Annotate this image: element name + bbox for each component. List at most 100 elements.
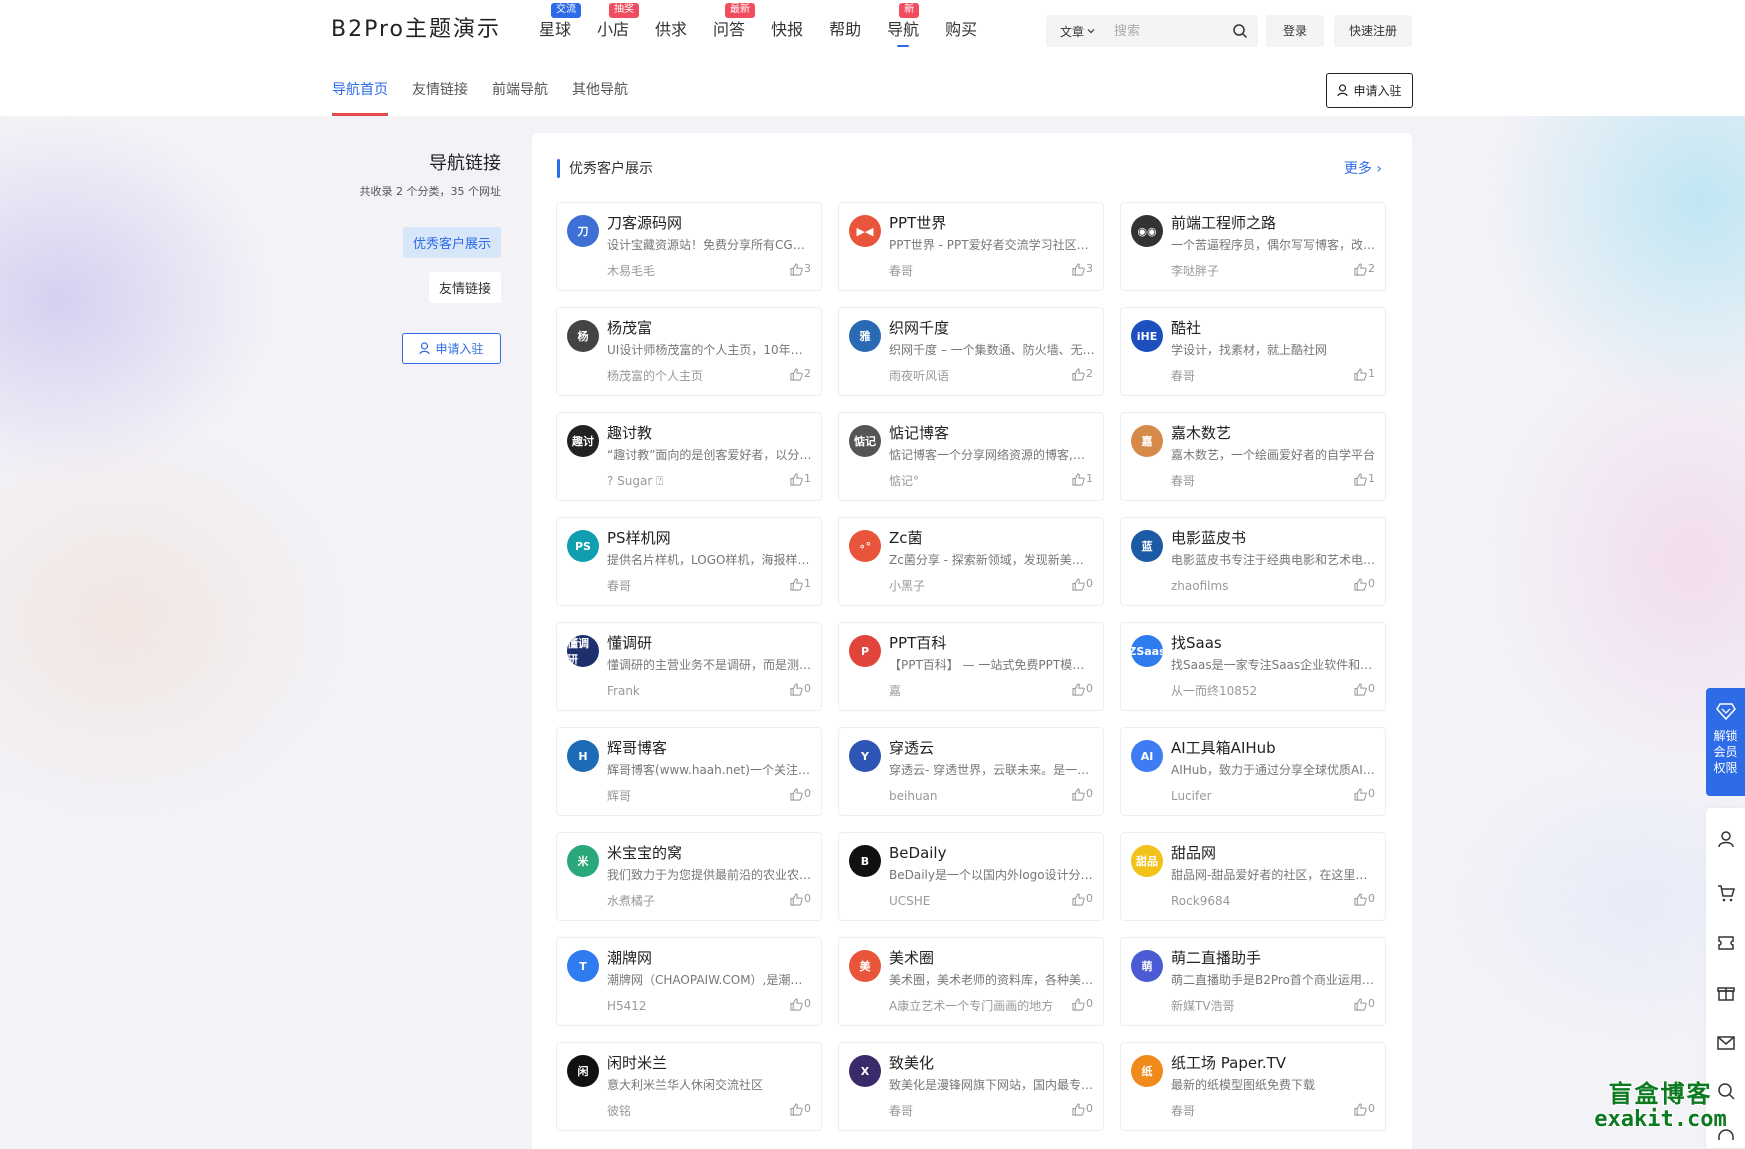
like-button[interactable]: 0 [1354,577,1375,591]
like-button[interactable]: 3 [1072,262,1093,276]
ticket-icon[interactable] [1716,933,1736,953]
site-name[interactable]: 致美化 [889,1053,934,1073]
site-name[interactable]: PPT世界 [889,213,946,233]
like-button[interactable]: 2 [1072,367,1093,381]
site-name[interactable]: 电影蓝皮书 [1171,528,1246,548]
like-button[interactable]: 2 [790,367,811,381]
like-button[interactable]: 0 [790,787,811,801]
site-card[interactable]: 杨杨茂富 UI设计师杨茂富的个人主页，10年设计经验杨茂富的个人主页 2 [556,307,822,396]
vip-unlock-button[interactable]: 解锁会员权限 [1706,688,1745,796]
subnav-tab-0[interactable]: 导航首页 [332,80,388,116]
subnav-tab-3[interactable]: 其他导航 [572,80,628,114]
site-card[interactable]: 懂调研 懂调研 懂调研的主营业务不是调研，而是测评与 Frank 0 [556,622,822,711]
site-card[interactable]: ▶◀ PPT世界 PPT世界 - PPT爱好者交流学习社区，提供海量春哥 3 [838,202,1104,291]
site-card[interactable]: 蓝电影蓝皮书 电影蓝皮书专注于经典电影和艺术电影推荐 zhaofilms 0 [1120,517,1386,606]
like-button[interactable]: 0 [1072,997,1093,1011]
sidebar-cat-showcase[interactable]: 优秀客户展示 [402,227,501,258]
like-button[interactable]: 0 [1354,997,1375,1011]
nav-item-6[interactable]: 导航新 [874,0,932,60]
site-name[interactable]: AI工具箱AIHub [1171,738,1276,758]
like-button[interactable]: 0 [790,892,811,906]
site-card[interactable]: iHE 酷社 学设计，找素材，就上酷社网 春哥 1 [1120,307,1386,396]
site-card[interactable]: 美美术圈 美术圈，美术老师的资料库，各种美术资源 A康立艺术一个专门画画的地方 0 [838,937,1104,1026]
like-button[interactable]: 0 [1354,1102,1375,1116]
like-button[interactable]: 0 [790,997,811,1011]
subnav-tab-1[interactable]: 友情链接 [412,80,468,114]
site-name[interactable]: 找Saas [1171,633,1222,653]
site-name[interactable]: 刀客源码网 [607,213,682,233]
site-card[interactable]: AI AI工具箱AIHub AIHub，致力于通过分享全球优质AI工具 Lucifer… [1120,727,1386,816]
site-name[interactable]: PS样机网 [607,528,671,548]
site-card[interactable]: 雅织网千度织网千度 – 一个集数通、防火墙、无线于一体雨夜听风语 2 [838,307,1104,396]
search-input[interactable] [1114,23,1224,39]
site-card[interactable]: 惦记惦记博客惦记博客一个分享网络资源的博客,提供各类惦记° 1 [838,412,1104,501]
site-name[interactable]: 纸工场 Paper.TV [1171,1053,1286,1073]
site-card[interactable]: ◉◉ 前端工程师之路 一个苦逼程序员，偶尔写写博客，改变世界 李哒胖子 2 [1120,202,1386,291]
like-button[interactable]: 0 [1072,577,1093,591]
like-button[interactable]: 0 [1072,787,1093,801]
site-card[interactable]: 米米宝宝的窝 我们致力于为您提供最前沿的农业农村资讯 水煮橘子 0 [556,832,822,921]
site-logo[interactable]: B2Pro主题演示 [331,16,501,44]
search-category-select[interactable]: 文章 [1046,23,1114,40]
site-name[interactable]: 萌二直播助手 [1171,948,1261,968]
site-name[interactable]: 嘉木数艺 [1171,423,1231,443]
site-name[interactable]: 懂调研 [607,633,652,653]
nav-item-2[interactable]: 供求 [642,0,700,60]
nav-item-5[interactable]: 帮助 [816,0,874,60]
site-name[interactable]: Zc菌 [889,528,923,548]
like-button[interactable]: 1 [1354,472,1375,486]
apply-join-button[interactable]: 申请入驻 [1326,73,1413,108]
site-name[interactable]: PPT百科 [889,633,946,653]
nav-item-7[interactable]: 购买 [932,0,990,60]
site-name[interactable]: 穿透云 [889,738,934,758]
like-button[interactable]: 3 [790,262,811,276]
site-name[interactable]: 趣讨教 [607,423,652,443]
site-name[interactable]: 甜品网 [1171,843,1216,863]
site-name[interactable]: BeDaily [889,843,946,863]
gift-icon[interactable] [1716,983,1736,1003]
sidebar-cat-friend-links[interactable]: 友情链接 [428,272,501,303]
site-card[interactable]: ∘° Zc菌 Zc菌分享 - 探索新领域，发现新美好，分享小黑子 0 [838,517,1104,606]
site-card[interactable]: 萌萌二直播助手 萌二直播助手是B2Pro首个商业运用案例 新媒TV浩哥 0 [1120,937,1386,1026]
like-button[interactable]: 0 [1072,892,1093,906]
cart-icon[interactable] [1716,883,1736,903]
like-button[interactable]: 0 [1354,892,1375,906]
site-card[interactable]: Y 穿透云 穿透云- 穿透世界，云联未来。是一家内网 beihuan 0 [838,727,1104,816]
site-card[interactable]: H 辉哥博客辉哥博客(www.haah.net)一个关注互联网的辉哥 0 [556,727,822,816]
site-name[interactable]: 前端工程师之路 [1171,213,1276,233]
site-name[interactable]: 织网千度 [889,318,949,338]
nav-item-4[interactable]: 快报 [758,0,816,60]
nav-item-3[interactable]: 问答 最新 [700,0,758,60]
site-name[interactable]: 惦记博客 [889,423,949,443]
like-button[interactable]: 1 [1354,367,1375,381]
like-button[interactable]: 1 [790,472,811,486]
site-card[interactable]: 趣讨 趣讨教 “趣讨教”面向的是创客爱好者，以分享为主 ? Sugar ⍰ 1 [556,412,822,501]
site-card[interactable]: P PPT百科【PPT百科】 — 一站式免费PPT模板下载平台嘉 0 [838,622,1104,711]
site-name[interactable]: 米宝宝的窝 [607,843,682,863]
like-button[interactable]: 0 [790,1102,811,1116]
site-card[interactable]: 嘉嘉木数艺 嘉木数艺，一个绘画爱好者的自学平台 春哥 1 [1120,412,1386,501]
site-card[interactable]: ZSaas 找Saas 找Saas是一家专注Saas企业软件和服务的平台从一而终10… [1120,622,1386,711]
site-card[interactable]: 刀刀客源码网 设计宝藏资源站！免费分享所有CG资源 木易毛毛 3 [556,202,822,291]
nav-item-0[interactable]: 星球 交流 [526,0,584,60]
site-card[interactable]: 甜品甜品网甜品网-甜品爱好者的社区，在这里分享美食 Rock9684 0 [1120,832,1386,921]
site-card[interactable]: 纸纸工场 Paper.TV 最新的纸模型图纸免费下载 春哥 0 [1120,1042,1386,1131]
like-button[interactable]: 2 [1354,262,1375,276]
subnav-tab-2[interactable]: 前端导航 [492,80,548,114]
more-link[interactable]: 更多 › [1344,161,1382,177]
site-card[interactable]: PS PS样机网 提供名片样机，LOGO样机，海报样机下载 春哥 1 [556,517,822,606]
site-name[interactable]: 杨茂富 [607,318,652,338]
user-icon[interactable] [1716,829,1736,849]
like-button[interactable]: 0 [1354,787,1375,801]
site-name[interactable]: 酷社 [1171,318,1201,338]
like-button[interactable]: 0 [1072,1102,1093,1116]
like-button[interactable]: 0 [1072,682,1093,696]
site-card[interactable]: B BeDaily BeDaily是一个以国内外logo设计分享为主的 UCSHE 0 [838,832,1104,921]
login-button[interactable]: 登录 [1266,15,1324,47]
site-card[interactable]: X 致美化 致美化是漫锋网旗下网站，国内最专业的 春哥 0 [838,1042,1104,1131]
site-name[interactable]: 辉哥博客 [607,738,667,758]
like-button[interactable]: 0 [790,682,811,696]
site-name[interactable]: 闲时米兰 [607,1053,667,1073]
site-card[interactable]: 闲闲时米兰 意大利米兰华人休闲交流社区 彼铭 0 [556,1042,822,1131]
like-button[interactable]: 0 [1354,682,1375,696]
